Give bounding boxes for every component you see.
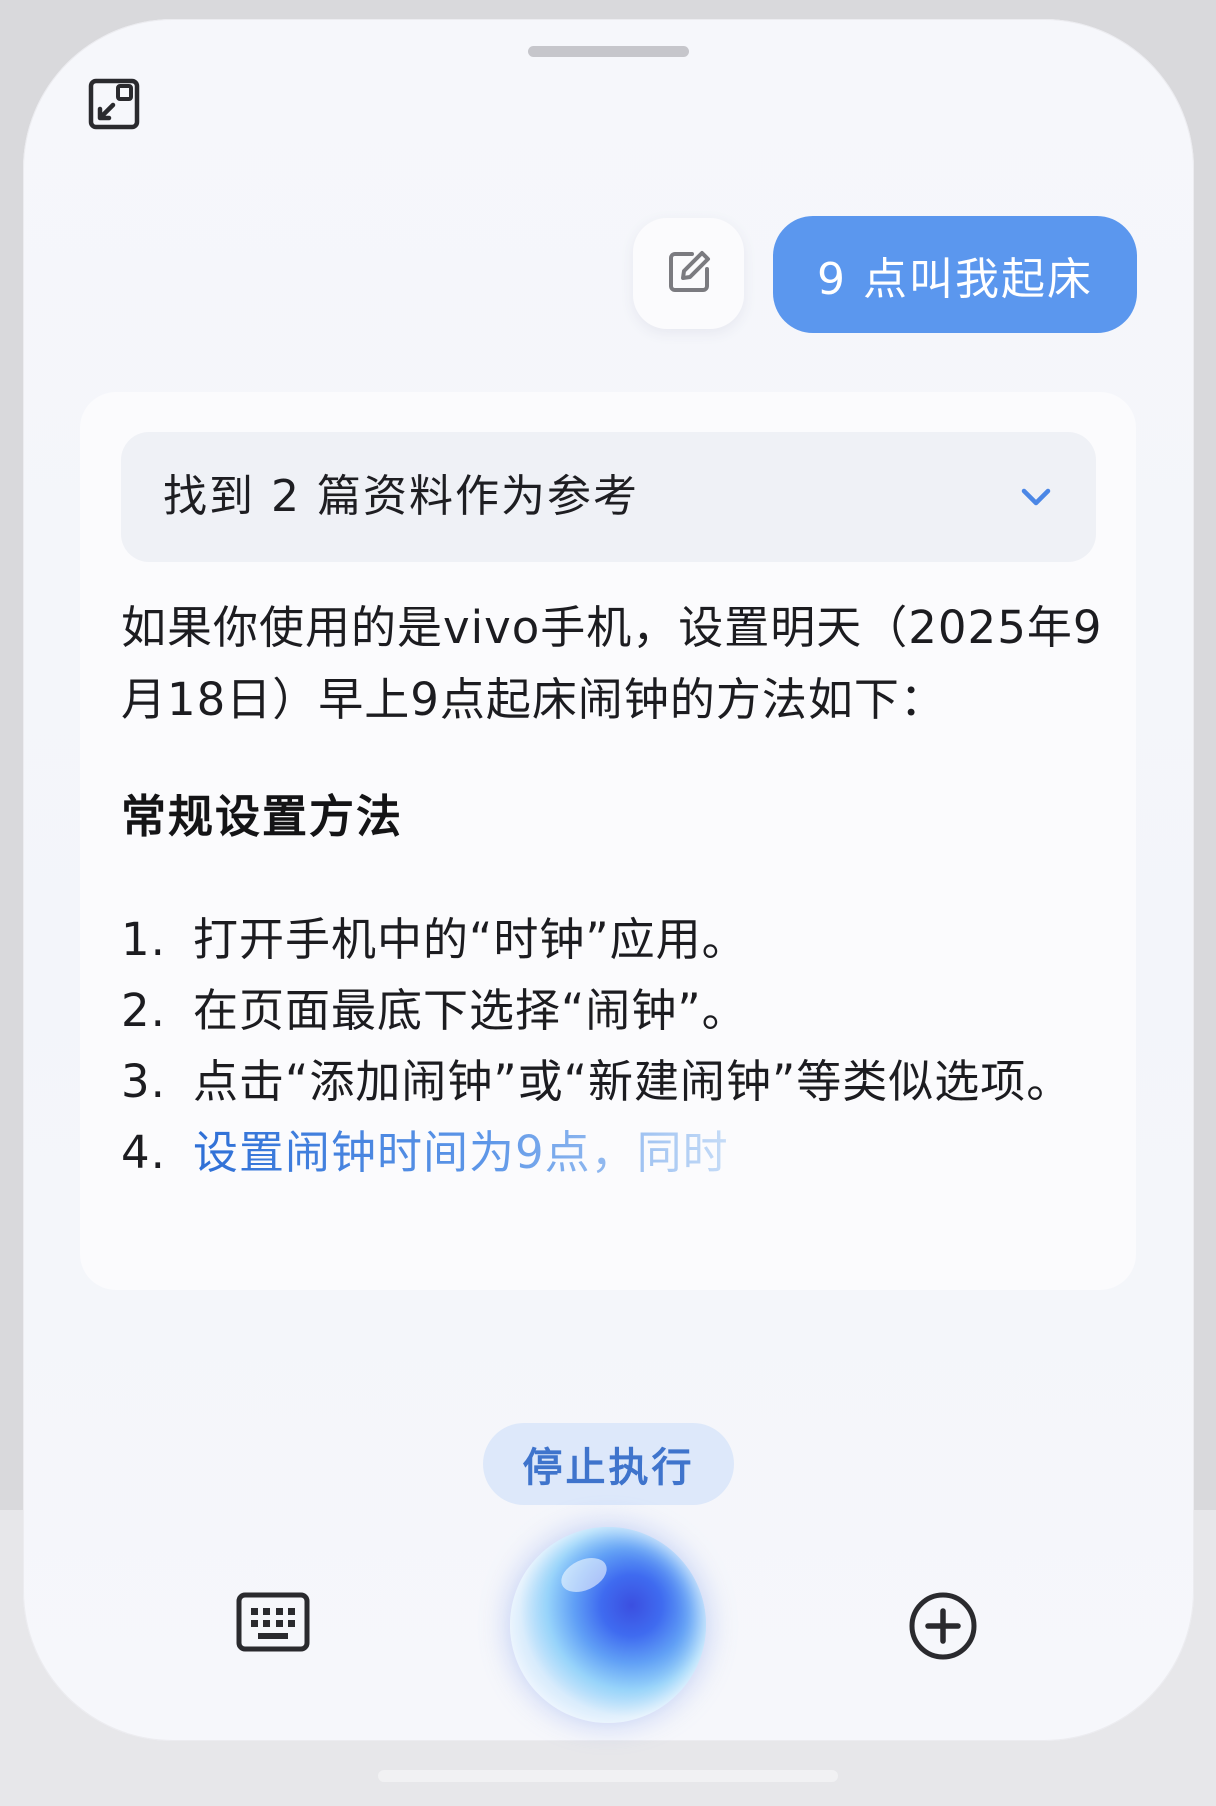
step-number: 4. bbox=[121, 1126, 166, 1179]
drag-handle[interactable] bbox=[528, 46, 689, 57]
references-label: 找到 2 篇资料作为参考 bbox=[163, 471, 639, 522]
step-number: 1. bbox=[121, 913, 166, 966]
floating-window-icon[interactable] bbox=[86, 76, 142, 132]
step-text: 点击“添加闹钟”或“新建闹钟”等类似选项。 bbox=[193, 1055, 1073, 1108]
step-number: 2. bbox=[121, 984, 166, 1037]
user-message-bubble[interactable]: 9 点叫我起床 bbox=[773, 216, 1137, 333]
list-item: 3. 点击“添加闹钟”或“新建闹钟”等类似选项。 bbox=[121, 1046, 1121, 1117]
edit-button[interactable] bbox=[633, 218, 744, 329]
list-item: 1. 打开手机中的“时钟”应用。 bbox=[121, 904, 1121, 975]
step-text: 设置闹钟时间为9点，同时 bbox=[193, 1117, 729, 1188]
steps-list: 1. 打开手机中的“时钟”应用。 2. 在页面最底下选择“闹钟”。 3. 点击“… bbox=[121, 904, 1121, 1188]
chevron-down-icon bbox=[1014, 475, 1058, 519]
list-item-streaming: 4. 设置闹钟时间为9点，同时 bbox=[121, 1117, 1121, 1188]
answer-card: 找到 2 篇资料作为参考 如果你使用的是vivo手机，设置明天（2025年9月1… bbox=[80, 392, 1136, 1290]
home-indicator[interactable] bbox=[378, 1770, 838, 1782]
step-text: 在页面最底下选择“闹钟”。 bbox=[193, 984, 748, 1037]
add-circle-icon[interactable] bbox=[907, 1590, 979, 1662]
list-item: 2. 在页面最底下选择“闹钟”。 bbox=[121, 975, 1121, 1046]
stop-execution-button[interactable]: 停止执行 bbox=[483, 1423, 734, 1505]
answer-heading: 常规设置方法 bbox=[121, 790, 404, 843]
references-dropdown[interactable]: 找到 2 篇资料作为参考 bbox=[121, 432, 1096, 562]
keyboard-icon[interactable] bbox=[236, 1592, 310, 1652]
step-text: 打开手机中的“时钟”应用。 bbox=[193, 913, 748, 966]
edit-icon bbox=[666, 249, 712, 299]
answer-intro: 如果你使用的是vivo手机，设置明天（2025年9月18日）早上9点起床闹钟的方… bbox=[121, 601, 1103, 726]
step-number: 3. bbox=[121, 1055, 166, 1108]
assistant-orb-icon[interactable] bbox=[510, 1527, 706, 1723]
